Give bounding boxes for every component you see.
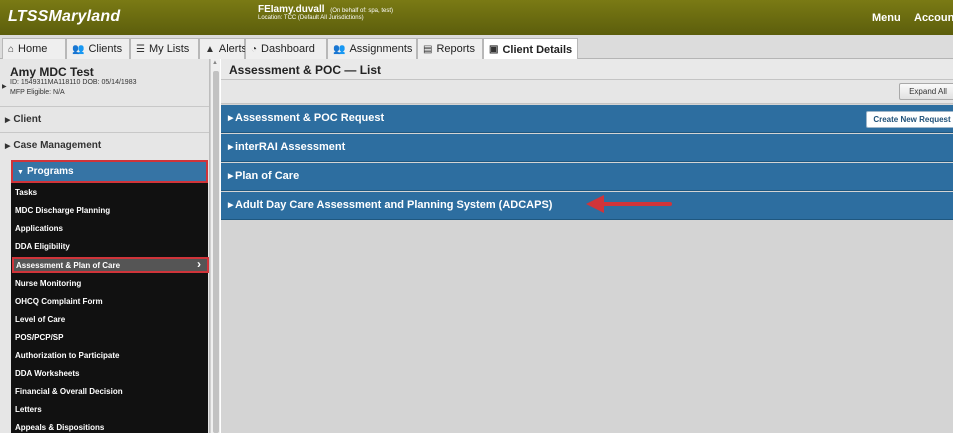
users-icon: 👥 <box>72 43 85 55</box>
tab-assignments[interactable]: 👥 Assignments <box>327 38 417 59</box>
caret-right-icon: ▶ <box>228 202 234 209</box>
expand-client-icon[interactable]: ▶ <box>2 83 7 90</box>
section-plan-of-care[interactable]: ▶ Plan of Care <box>221 163 953 191</box>
tab-clients[interactable]: 👥 Clients <box>66 38 130 59</box>
user-info: FEIamy.duvall (On behalf of: spa, test) … <box>258 4 393 22</box>
caret-right-icon: ▶ <box>5 117 11 124</box>
section-title: Adult Day Care Assessment and Planning S… <box>235 199 553 211</box>
section-title: Assessment & POC Request <box>235 112 385 124</box>
sidebar-item-label: Assessment & Plan of Care <box>16 261 121 270</box>
tab-label: Clients <box>88 43 123 55</box>
tab-alerts[interactable]: ▲ Alerts <box>199 38 248 59</box>
list-toolbar: Expand All <box>221 80 953 104</box>
client-mfp-eligible: MFP Eligible: N/A <box>10 89 65 96</box>
sidebar-item-tasks[interactable]: Tasks <box>15 188 37 197</box>
sidebar-item-mdc-discharge-planning[interactable]: MDC Discharge Planning <box>15 206 110 215</box>
top-header: LTSSMaryland FEIamy.duvall (On behalf of… <box>0 0 953 35</box>
home-icon: ⌂ <box>8 43 15 55</box>
app-window: LTSSMaryland FEIamy.duvall (On behalf of… <box>0 0 953 433</box>
tab-bar: ⌂ Home 👥 Clients ☰ My Lists ▲ Alerts ◔ D… <box>0 35 953 60</box>
section-title: Plan of Care <box>235 170 300 182</box>
caret-right-icon: ▶ <box>228 115 234 122</box>
caret-down-icon: ▼ <box>17 169 24 176</box>
create-new-request-button[interactable]: Create New Request <box>866 111 953 128</box>
tab-label: My Lists <box>148 43 190 55</box>
user-on-behalf-note: (On behalf of: spa, test) <box>330 8 393 14</box>
scroll-up-arrow-icon[interactable]: ▲ <box>212 60 218 66</box>
app-title[interactable]: LTSSMaryland <box>8 8 120 26</box>
sidebar-section-case-management[interactable]: ▶ Case Management <box>0 132 209 158</box>
tab-label: Dashboard <box>261 43 315 55</box>
account-button[interactable]: Accoun <box>914 12 953 24</box>
sidebar-scrollbar[interactable]: ▲ <box>210 59 220 433</box>
sidebar-section-label: Case Management <box>13 140 102 151</box>
client-card-icon: ▣ <box>489 44 499 55</box>
warning-icon: ▲ <box>205 43 215 55</box>
users-icon: 👥 <box>333 43 346 55</box>
section-assessment-poc-request[interactable]: ▶ Assessment & POC Request Create New Re… <box>221 105 953 133</box>
sidebar-section-label: Programs <box>26 166 74 177</box>
tab-home[interactable]: ⌂ Home <box>2 38 66 59</box>
tab-my-lists[interactable]: ☰ My Lists <box>130 38 199 59</box>
expand-all-button[interactable]: Expand All <box>899 83 953 100</box>
tab-label: Client Details <box>502 43 573 56</box>
red-arrow-annotation-icon <box>586 195 672 213</box>
page-title: Assessment & POC — List <box>221 59 953 80</box>
sidebar-item-letters[interactable]: Letters <box>15 405 42 414</box>
sidebar-item-nurse-monitoring[interactable]: Nurse Monitoring <box>15 279 81 288</box>
sidebar-item-assessment-plan-of-care[interactable]: Assessment & Plan of Care › <box>12 257 209 273</box>
tab-label: Alerts <box>218 43 248 55</box>
sidebar-item-level-of-care[interactable]: Level of Care <box>15 315 65 324</box>
sidebar-item-financial-overall-decision[interactable]: Financial & Overall Decision <box>15 387 123 396</box>
user-location: Location: TCC (Default All Jurisdictions… <box>258 15 364 21</box>
report-icon: ▤ <box>423 43 433 55</box>
tab-dashboard[interactable]: ◔ Dashboard <box>245 38 327 59</box>
dashboard-icon: ◔ <box>251 43 258 55</box>
programs-submenu: Tasks MDC Discharge Planning Application… <box>11 183 209 433</box>
tab-label: Home <box>18 43 48 55</box>
sidebar-item-ohcq-complaint-form[interactable]: OHCQ Complaint Form <box>15 297 103 306</box>
chevron-right-icon: › <box>197 257 201 271</box>
sidebar-section-client[interactable]: ▶ Client <box>0 106 209 132</box>
client-name: Amy MDC Test <box>10 65 94 79</box>
sidebar-section-label: Client <box>13 114 42 125</box>
section-interrai-assessment[interactable]: ▶ interRAI Assessment <box>221 134 953 162</box>
caret-right-icon: ▶ <box>228 173 234 180</box>
sidebar-item-authorization-to-participate[interactable]: Authorization to Participate <box>15 351 119 360</box>
sidebar-item-applications[interactable]: Applications <box>15 224 63 233</box>
tab-label: Reports <box>436 43 475 55</box>
tab-reports[interactable]: ▤ Reports <box>417 38 483 59</box>
sidebar-item-dda-eligibility[interactable]: DDA Eligibility <box>15 242 70 251</box>
sidebar-item-pos-pcp-sp[interactable]: POS/PCP/SP <box>15 333 63 342</box>
user-name: FEIamy.duvall <box>258 4 325 15</box>
caret-right-icon: ▶ <box>228 144 234 151</box>
tab-label: Assignments <box>349 43 413 55</box>
section-title: interRAI Assessment <box>235 141 346 153</box>
caret-right-icon: ▶ <box>5 143 11 150</box>
client-id-dob: ID: 1549311MA118110 DOB: 05/14/1983 <box>10 79 137 86</box>
scrollbar-thumb[interactable] <box>213 71 219 433</box>
tab-client-details[interactable]: ▣ Client Details <box>483 38 578 60</box>
sidebar-item-appeals-dispositions[interactable]: Appeals & Dispositions <box>15 423 104 432</box>
main-content: Assessment & POC — List Expand All ▶ Ass… <box>221 59 953 433</box>
sidebar: Amy MDC Test ▶ ID: 1549311MA118110 DOB: … <box>0 59 210 433</box>
menu-button[interactable]: Menu <box>872 12 901 24</box>
sidebar-item-dda-worksheets[interactable]: DDA Worksheets <box>15 369 79 378</box>
sidebar-section-programs[interactable]: ▼ Programs <box>11 160 208 183</box>
list-icon: ☰ <box>136 43 145 55</box>
